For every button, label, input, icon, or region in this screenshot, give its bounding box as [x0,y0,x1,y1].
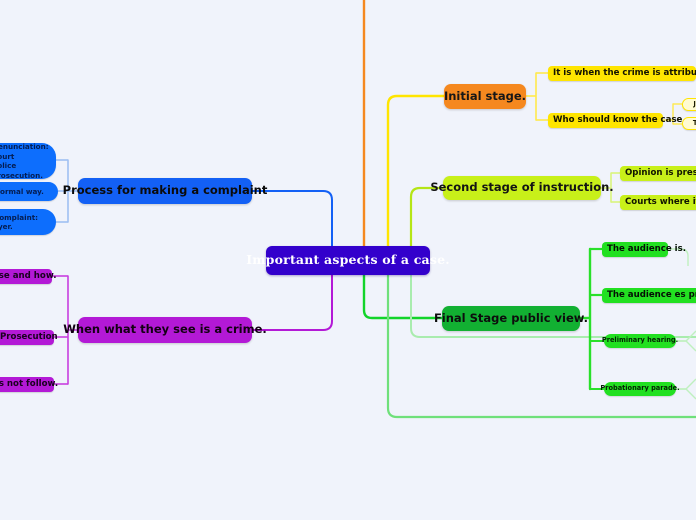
node-informal-way-label: a informal way. [0,186,44,196]
node-preliminary-hearing-label: Preliminary hearing. [601,336,679,345]
node-crime-attributed[interactable]: It is when the crime is attributed. [548,66,696,81]
edge-root-to-initial-yellow [386,94,446,249]
branch-when-crime[interactable]: When what they see is a crime. [63,317,267,343]
node-audience-private[interactable]: The audience es private [602,288,696,303]
node-denunciation[interactable]: Denunciation: Court Police Prosecution. [0,142,56,180]
node-does-not-follow[interactable]: es not follow. [0,377,58,392]
branch-when-crime-label: When what they see is a crime. [63,322,267,337]
branch-process-complaint[interactable]: Process for making a complaint [63,178,267,204]
node-who-knows-child-0[interactable]: Ju [682,98,696,111]
branch-second-stage[interactable]: Second stage of instruction. [430,176,614,200]
node-case-and-how-label: ase and how. [0,271,57,282]
node-audience-is-label: The audience is. [607,244,687,255]
edge-root-to-second [409,186,445,249]
node-case-and-how[interactable]: ase and how. [0,269,56,284]
node-informal-way[interactable]: a informal way. [0,182,58,201]
edge-prelim-stub2 [676,340,696,352]
node-does-not-follow-label: es not follow. [0,379,59,390]
node-courts-where[interactable]: Courts where it ta [620,195,696,210]
node-opinion-presented-label: Opinion is presen [625,168,696,179]
node-who-knows-child-1[interactable]: To [682,117,696,130]
node-courts-where-label: Courts where it ta [625,197,696,208]
root-node-label: Important aspects of a case. [246,252,450,268]
branch-final-stage-label: Final Stage public view. [433,310,589,325]
branch-initial-stage-label: Initial stage. [443,88,527,103]
root-node[interactable]: Important aspects of a case. [246,246,450,275]
node-audience-is[interactable]: The audience is. [602,242,686,257]
branch-process-complaint-label: Process for making a complaint [62,183,268,198]
mindmap-canvas: Important aspects of a case. Process for… [0,0,696,520]
branch-initial-stage[interactable]: Initial stage. [444,84,526,109]
node-who-should-know[interactable]: Who should know the case. [548,113,686,128]
branch-second-stage-label: Second stage of instruction. [430,180,614,195]
node-probationary-parade[interactable]: Probationary parade. [600,382,680,396]
edge-root-to-final [362,272,444,320]
node-probationary-parade-label: Probationary parade. [600,384,680,393]
node-crime-attributed-label: It is when the crime is attributed. [553,68,696,79]
node-who-should-know-label: Who should know the case. [553,115,686,126]
node-prosecution[interactable]: Prosecution [0,330,58,345]
node-prosecution-label: Prosecution [0,332,58,343]
node-denunciation-label: Denunciation: Court Police Prosecution. [0,142,49,180]
branch-final-stage[interactable]: Final Stage public view. [434,306,588,331]
node-complaint-lawyer[interactable]: or complaint: lawyer. [0,209,56,235]
edge-prelim-stub [676,330,696,342]
node-opinion-presented[interactable]: Opinion is presen [620,166,696,181]
node-complaint-lawyer-label: or complaint: lawyer. [0,212,39,232]
node-audience-private-label: The audience es private [607,290,696,301]
edge-root-to-process [250,190,333,248]
node-preliminary-hearing[interactable]: Preliminary hearing. [601,334,679,348]
